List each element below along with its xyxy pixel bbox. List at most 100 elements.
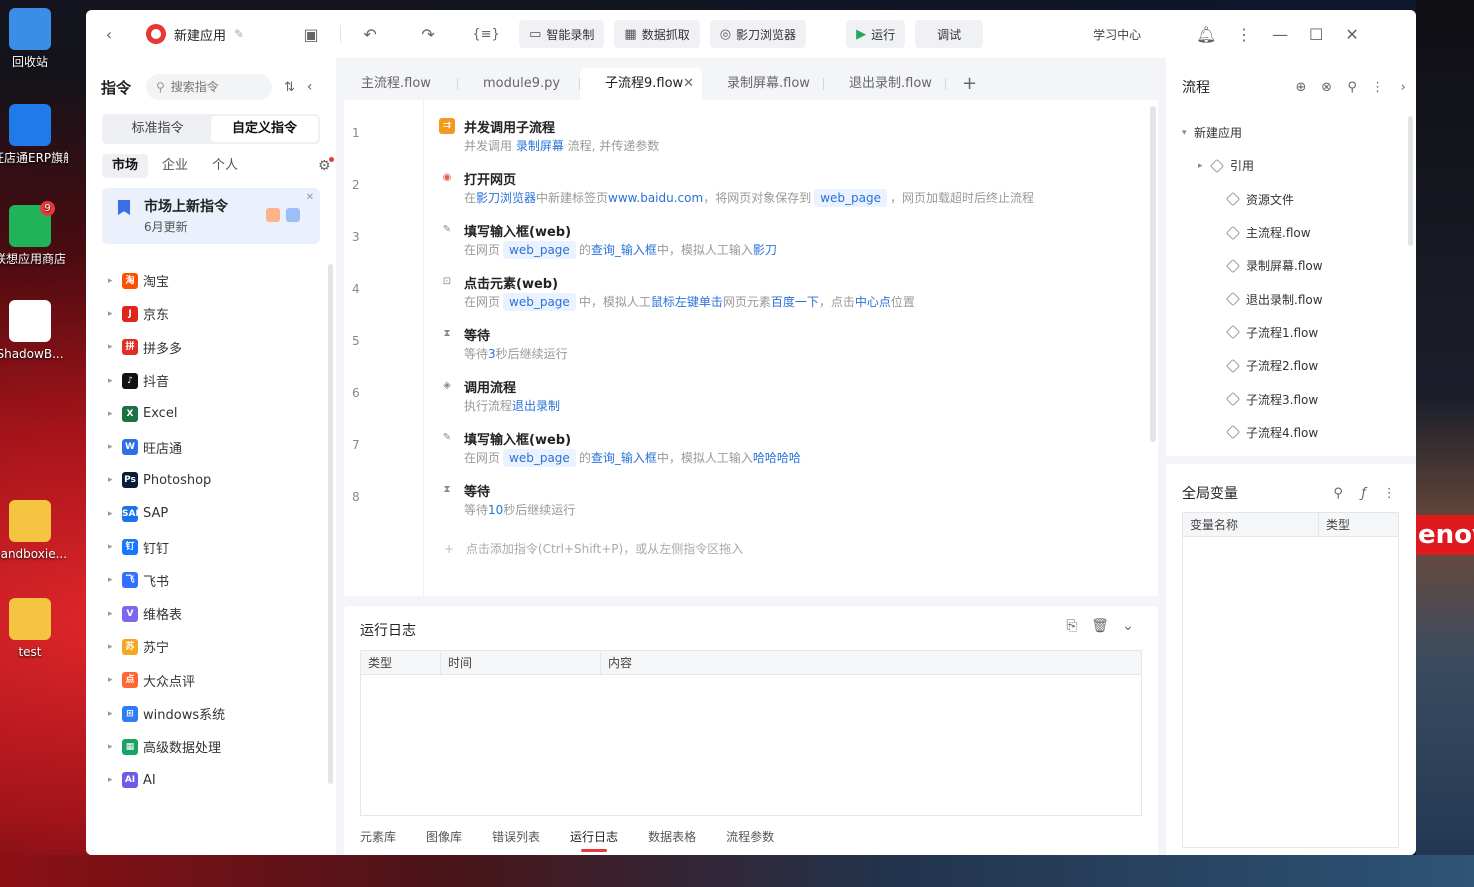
flow-step[interactable]: ✎ 填写输入框(web) 在网页 web_page 的查询_输入框中，模拟人工输入影刀 [439, 218, 1139, 270]
parameter-link[interactable]: www.baidu.com [608, 191, 703, 205]
tree-node[interactable]: 子流程4.flow [1166, 416, 1404, 449]
bottom-tab[interactable]: 流程参数 [726, 828, 774, 845]
collapse-log-icon[interactable]: ⌄ [1114, 618, 1142, 634]
desktop-icon[interactable]: test [0, 598, 68, 660]
tab-market[interactable]: 市场 [102, 154, 149, 178]
expand-arrow-icon[interactable]: ▸ [108, 376, 122, 386]
tab-enterprise[interactable]: 企业 [152, 154, 198, 178]
category-item[interactable]: ▸ SAP SAP [86, 497, 326, 530]
parameter-link[interactable]: 退出录制 [512, 399, 560, 413]
tree-scrollbar[interactable] [1408, 116, 1413, 246]
desktop-icon[interactable]: ShadowB... [0, 300, 68, 362]
tree-node[interactable]: 子流程5.flow [1166, 449, 1404, 456]
category-item[interactable]: ▸…其他 [86, 797, 326, 804]
save-icon[interactable]: ▣ [296, 25, 326, 44]
category-item[interactable]: ▸ ♪ 抖音 [86, 364, 326, 397]
settings-gear-icon[interactable]: ⚙ [318, 157, 334, 174]
tab-file[interactable]: 子流程9.flow ✕ [580, 68, 702, 100]
tree-node[interactable]: 子流程1.flow [1166, 316, 1404, 349]
tree-arrow-icon[interactable]: ▸ [1198, 161, 1210, 171]
function-icon[interactable]: ƒ [1351, 486, 1377, 501]
add-flow-icon[interactable]: ⊕ [1288, 80, 1314, 95]
tree-node[interactable]: ▾ 新建应用 [1166, 116, 1404, 149]
learning-center-link[interactable]: 学习中心 [1093, 26, 1141, 43]
category-item[interactable]: ▸ Ps Photoshop [86, 464, 326, 497]
category-item[interactable]: ▸ 点大众点评 [86, 664, 326, 697]
redo-icon[interactable]: ↷ [413, 25, 443, 44]
expand-arrow-icon[interactable]: ▸ [108, 609, 122, 619]
tree-node[interactable]: 子流程3.flow [1166, 382, 1404, 415]
expand-arrow-icon[interactable]: ▸ [108, 309, 122, 319]
expand-arrow-icon[interactable]: ▸ [108, 509, 122, 519]
tree-node[interactable]: ▸ 引用 [1166, 149, 1404, 182]
undo-icon[interactable]: ↶ [355, 25, 385, 44]
flow-step[interactable]: ⊡ 点击元素(web) 在网页 web_page 中，模拟人工鼠标左键单击网页元素百度一… [439, 270, 1139, 322]
category-item[interactable]: ▸ 苏苏宁 [86, 630, 326, 663]
expand-arrow-icon[interactable]: ▸ [108, 542, 122, 552]
parameter-link[interactable]: 哈哈哈哈 [753, 451, 801, 465]
tree-node[interactable]: 主流程.flow [1166, 216, 1404, 249]
bottom-tab[interactable]: 元素库 [360, 828, 396, 845]
parameter-link[interactable]: 影刀 [753, 243, 777, 257]
bottom-tab[interactable]: 图像库 [426, 828, 462, 845]
flow-more-icon[interactable]: ⋮ [1365, 80, 1391, 95]
flow-step[interactable]: ◈ 调用流程 执行流程退出录制 [439, 374, 1139, 426]
flow-search-icon[interactable]: ⚲ [1339, 80, 1365, 95]
desktop-icon[interactable]: 旺店通ERP旗舰版 [0, 104, 68, 166]
category-item[interactable]: ▸ V 维格表 [86, 597, 326, 630]
category-item[interactable]: ▸ 钉钉钉 [86, 530, 326, 563]
expand-arrow-icon[interactable]: ▸ [108, 742, 122, 752]
tab-close-icon[interactable]: ✕ [683, 68, 694, 100]
banner-close-icon[interactable]: ✕ [306, 192, 314, 203]
smart-record-button[interactable]: ▭ 智能录制 [519, 20, 605, 48]
clear-log-icon[interactable]: 🗑︎ [1086, 618, 1114, 634]
expand-arrow-icon[interactable]: ▸ [108, 775, 122, 785]
variable-pill[interactable]: web_page [503, 449, 576, 467]
parameter-link[interactable]: 10 [488, 503, 503, 517]
bottom-tab[interactable]: 数据表格 [648, 828, 696, 845]
expand-arrow-icon[interactable]: ▸ [108, 709, 122, 719]
expand-arrow-icon[interactable]: ▸ [108, 342, 122, 352]
more-icon[interactable]: ⋮ [1229, 25, 1259, 44]
left-scrollbar[interactable] [328, 264, 333, 784]
var-search-icon[interactable]: ⚲ [1325, 486, 1351, 501]
bell-icon[interactable]: 🔔︎ [1191, 25, 1221, 44]
editor-scrollbar[interactable] [1150, 106, 1156, 442]
desktop-icon[interactable]: 回收站 [0, 8, 68, 70]
bottom-tab[interactable]: 运行日志 [570, 828, 618, 852]
tab-file[interactable]: 录制屏幕.flow [702, 68, 824, 100]
parameter-link[interactable]: 录制屏幕 [516, 139, 564, 153]
tree-node[interactable]: 资源文件 [1166, 183, 1404, 216]
category-item[interactable]: ▸ ▦ 高级数据处理 [86, 730, 326, 763]
back-icon[interactable]: ‹ [94, 25, 124, 44]
parameter-link[interactable]: 百度一下 [771, 295, 819, 309]
maximize-icon[interactable]: ☐ [1301, 25, 1331, 44]
tab-file[interactable]: module9.py [458, 68, 580, 100]
expand-arrow-icon[interactable]: ▸ [108, 409, 122, 419]
parameter-link[interactable]: 鼠标左键单击 [651, 295, 723, 309]
expand-arrow-icon[interactable]: ▸ [108, 276, 122, 286]
market-banner[interactable]: 市场上新指令 6月更新 ✕ [102, 188, 320, 244]
tree-node[interactable]: 子流程2.flow [1166, 349, 1404, 382]
run-button[interactable]: ▶ 运行 [846, 20, 906, 48]
var-more-icon[interactable]: ⋮ [1376, 486, 1402, 501]
category-item[interactable]: ▸ W 旺店通 [86, 430, 326, 463]
category-item[interactable]: ▸ 淘淘宝 [86, 264, 326, 297]
collapse-right-icon[interactable]: › [1390, 80, 1416, 95]
desktop-icon[interactable]: 9 联想应用商店 [0, 201, 68, 267]
bottom-tab[interactable]: 错误列表 [492, 828, 540, 845]
expand-arrow-icon[interactable]: ▸ [108, 475, 122, 485]
tab-file[interactable]: 主流程.flow [336, 68, 458, 100]
flow-step[interactable]: ◉ 打开网页 在影刀浏览器中新建标签页www.baidu.com，将网页对象保存到 w… [439, 166, 1139, 218]
category-item[interactable]: ▸ X Excel [86, 397, 326, 430]
add-module-icon[interactable]: ⊗ [1314, 80, 1340, 95]
flow-step[interactable]: ⧗ 等待 等待3秒后继续运行 [439, 322, 1139, 374]
category-item[interactable]: ▸ ⊞ windows系统 [86, 697, 326, 730]
tree-node[interactable]: 录制屏幕.flow [1166, 249, 1404, 282]
flow-step[interactable]: ✎ 填写输入框(web) 在网页 web_page 的查询_输入框中，模拟人工输入哈哈哈… [439, 426, 1139, 478]
browser-button[interactable]: ◎ 影刀浏览器 [709, 20, 807, 48]
expand-arrow-icon[interactable]: ▸ [108, 642, 122, 652]
category-item[interactable]: ▸ J 京东 [86, 297, 326, 330]
parameter-link[interactable]: 中心点 [855, 295, 891, 309]
segment-standard[interactable]: 标准指令 [104, 116, 211, 142]
